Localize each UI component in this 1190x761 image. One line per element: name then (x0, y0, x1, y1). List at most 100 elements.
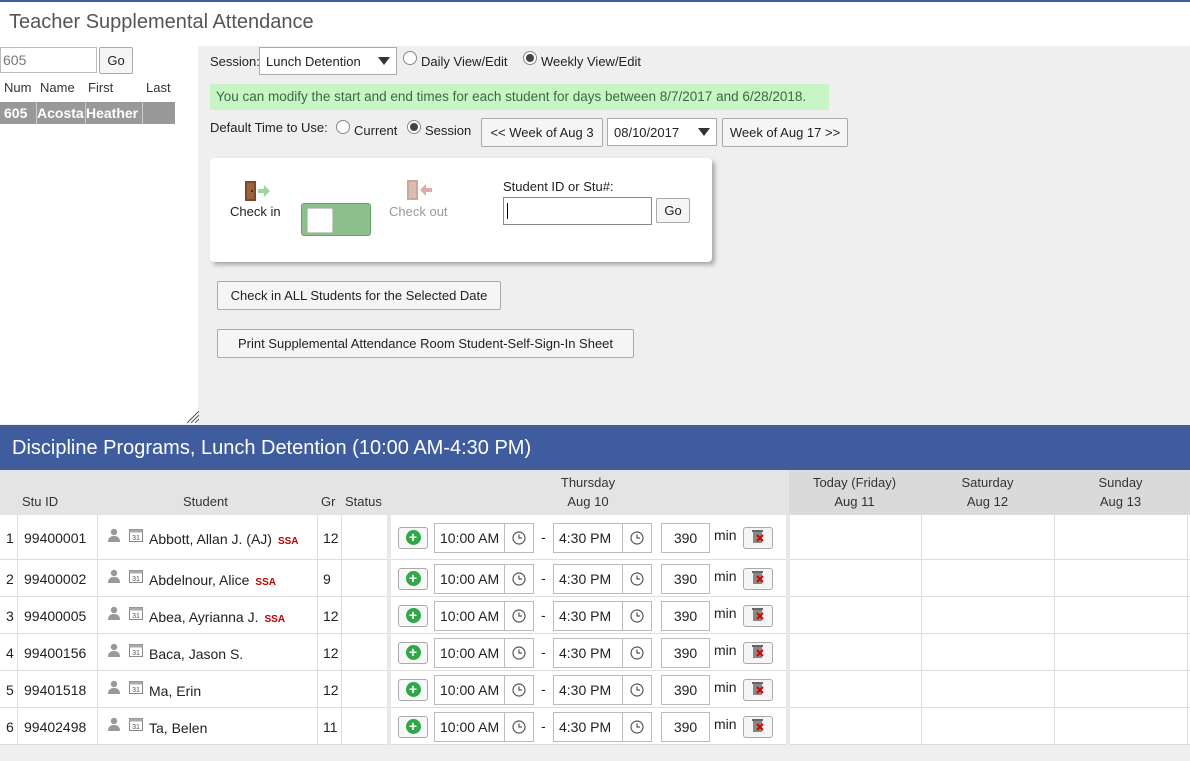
clock-icon[interactable] (504, 711, 534, 742)
start-time-input[interactable]: 10:00 AM (434, 674, 506, 705)
start-time-input[interactable]: 10:00 AM (434, 563, 506, 594)
end-time-input[interactable]: 4:30 PM (553, 563, 623, 594)
student-name[interactable]: Baca, Jason S. (149, 646, 243, 662)
student-id: 99400001 (24, 529, 87, 546)
add-entry-button[interactable]: + (398, 526, 428, 549)
end-time-input[interactable]: 4:30 PM (553, 711, 623, 742)
person-icon[interactable] (108, 528, 120, 545)
th-day-saturday: Saturday Aug 12 (921, 475, 1054, 509)
clock-icon[interactable] (622, 522, 652, 553)
start-time-input[interactable]: 10:00 AM (434, 637, 506, 668)
calendar-icon[interactable]: 31 (129, 528, 143, 545)
minutes-input[interactable]: 390 (661, 522, 710, 553)
person-icon[interactable] (108, 643, 120, 660)
add-entry-button[interactable]: + (398, 715, 428, 738)
checkin-checkout-toggle[interactable] (301, 203, 371, 236)
clock-icon[interactable] (504, 637, 534, 668)
start-time-input[interactable]: 10:00 AM (434, 711, 506, 742)
end-time-input[interactable]: 4:30 PM (553, 674, 623, 705)
delete-entry-button[interactable] (743, 715, 773, 738)
student-name[interactable]: Abdelnour, Alice (149, 572, 249, 588)
week-date-select[interactable]: 08/10/2017 (607, 118, 717, 146)
col-divider (1187, 515, 1188, 745)
time-range-dash: - (541, 643, 546, 660)
current-time-radio[interactable] (336, 120, 350, 134)
end-time-input[interactable]: 4:30 PM (553, 637, 623, 668)
student-name-cell: Abdelnour, Alice SSA (149, 572, 276, 588)
add-entry-button[interactable]: + (398, 567, 428, 590)
next-week-button[interactable]: Week of Aug 17 >> (722, 118, 848, 147)
delete-entry-button[interactable] (743, 604, 773, 627)
clock-icon[interactable] (504, 674, 534, 705)
weekly-view-radio[interactable] (523, 51, 537, 65)
student-name[interactable]: Abea, Ayrianna J. (149, 609, 258, 625)
calendar-icon[interactable]: 31 (129, 680, 143, 697)
col-header-num[interactable]: Num (4, 80, 31, 95)
clock-icon[interactable] (622, 711, 652, 742)
col-header-name[interactable]: Name (40, 80, 75, 95)
student-go-button[interactable]: Go (656, 198, 690, 223)
plus-circle-icon: + (405, 530, 421, 545)
clock-icon[interactable] (622, 563, 652, 594)
delete-entry-button[interactable] (743, 641, 773, 664)
person-icon[interactable] (108, 606, 120, 623)
daily-view-radio[interactable] (403, 51, 417, 65)
add-entry-button[interactable]: + (398, 604, 428, 627)
teacher-go-button[interactable]: Go (99, 47, 133, 74)
end-time-input[interactable]: 4:30 PM (553, 522, 623, 553)
date-range-notice: You can modify the start and end times f… (210, 84, 829, 110)
session-time-radio[interactable] (407, 120, 421, 134)
start-time-input[interactable]: 10:00 AM (434, 600, 506, 631)
student-id-input[interactable] (503, 197, 652, 225)
time-range-dash: - (541, 528, 546, 545)
person-icon[interactable] (108, 680, 120, 697)
clock-icon[interactable] (504, 563, 534, 594)
checkin-all-button[interactable]: Check in ALL Students for the Selected D… (217, 281, 501, 310)
delete-entry-button[interactable] (743, 567, 773, 590)
clock-icon[interactable] (622, 674, 652, 705)
person-icon[interactable] (108, 717, 120, 734)
add-entry-button[interactable]: + (398, 641, 428, 664)
text-caret (507, 203, 508, 219)
student-name[interactable]: Abbott, Allan J. (AJ) (149, 531, 272, 547)
student-grade: 12 (323, 529, 339, 546)
weekly-view-label: Weekly View/Edit (541, 54, 641, 69)
clock-icon[interactable] (504, 522, 534, 553)
minutes-input[interactable]: 390 (661, 674, 710, 705)
student-name[interactable]: Ta, Belen (149, 720, 207, 736)
clock-icon[interactable] (622, 637, 652, 668)
teacher-search-input[interactable]: 605 (0, 47, 97, 73)
day-date: Aug 11 (834, 494, 875, 509)
calendar-icon[interactable]: 31 (129, 606, 143, 623)
trash-x-icon (750, 717, 766, 736)
minutes-input[interactable]: 390 (661, 563, 710, 594)
delete-entry-button[interactable] (743, 678, 773, 701)
end-time-input[interactable]: 4:30 PM (553, 600, 623, 631)
col-header-first[interactable]: First (88, 80, 113, 95)
time-range-dash: - (541, 680, 546, 697)
calendar-icon[interactable]: 31 (129, 643, 143, 660)
clock-icon[interactable] (504, 600, 534, 631)
calendar-icon[interactable]: 31 (129, 569, 143, 586)
resize-handle-icon[interactable] (187, 411, 199, 423)
col-header-last[interactable]: Last (146, 80, 171, 95)
delete-entry-button[interactable] (743, 526, 773, 549)
prev-week-button[interactable]: << Week of Aug 3 (481, 118, 603, 147)
start-time-input[interactable]: 10:00 AM (434, 522, 506, 553)
divider (85, 102, 86, 124)
add-entry-button[interactable]: + (398, 678, 428, 701)
person-icon[interactable] (108, 569, 120, 586)
student-name[interactable]: Ma, Erin (149, 683, 201, 699)
minutes-input[interactable]: 390 (661, 600, 710, 631)
row-number: 2 (6, 570, 14, 587)
calendar-icon[interactable]: 31 (129, 717, 143, 734)
col-divider (17, 515, 18, 745)
session-select[interactable]: Lunch Detention (259, 47, 397, 75)
minutes-input[interactable]: 390 (661, 637, 710, 668)
student-name-cell: Baca, Jason S. (149, 646, 249, 662)
minutes-input[interactable]: 390 (661, 711, 710, 742)
th-day-thursday: Thursday Aug 10 (388, 475, 788, 509)
col-divider (341, 515, 342, 745)
clock-icon[interactable] (622, 600, 652, 631)
print-signin-sheet-button[interactable]: Print Supplemental Attendance Room Stude… (217, 329, 634, 358)
